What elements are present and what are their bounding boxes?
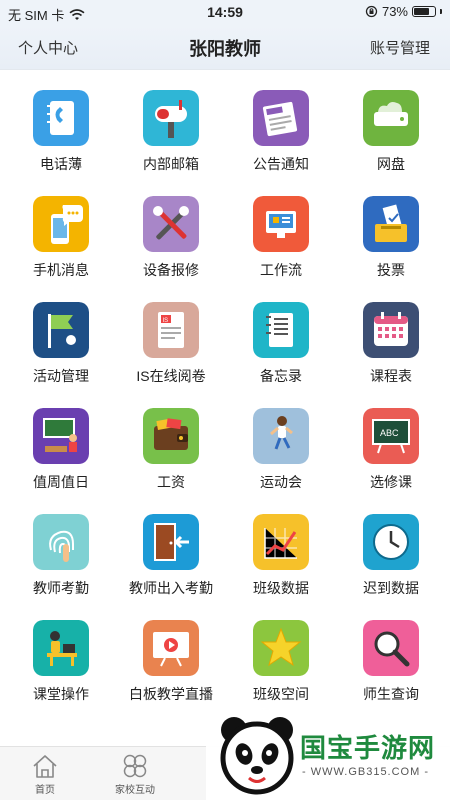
app-tile-runner[interactable]: 运动会: [226, 406, 336, 506]
fingerprint-icon: [33, 514, 89, 570]
calendar-icon: [363, 302, 419, 358]
app-tile-wallet[interactable]: 工资: [116, 406, 226, 506]
app-label: 白板教学直播: [129, 686, 213, 702]
student-desk-icon: [33, 620, 89, 676]
tab-interaction-label: 家校互动: [115, 785, 155, 796]
app-label: 公告通知: [253, 156, 309, 172]
watermark-url: - WWW.GB315.COM -: [302, 766, 429, 778]
app-label: 内部邮箱: [143, 156, 199, 172]
battery-icon: [412, 6, 436, 17]
battery-fill: [414, 8, 429, 15]
app-tile-star[interactable]: 班级空间: [226, 618, 336, 718]
app-tile-door-exit[interactable]: 教师出入考勤: [116, 512, 226, 612]
app-tile-calendar[interactable]: 课程表: [336, 300, 446, 400]
battery-tip: [440, 9, 442, 14]
clover-icon: [123, 754, 147, 778]
orientation-lock-icon: [365, 5, 378, 18]
app-label: 设备报修: [143, 262, 199, 278]
app-label: 手机消息: [33, 262, 89, 278]
classroom-icon: [33, 408, 89, 464]
svg-text:IS: IS: [163, 318, 169, 324]
app-tile-mailbox[interactable]: 内部邮箱: [116, 88, 226, 188]
magnifier-icon: [363, 620, 419, 676]
blackboard-icon: ABC: [363, 408, 419, 464]
app-label: 值周值日: [33, 474, 89, 490]
app-tile-tools[interactable]: 设备报修: [116, 194, 226, 294]
app-tile-phone-message[interactable]: 手机消息: [6, 194, 116, 294]
app-tile-ballot-box[interactable]: 投票: [336, 194, 446, 294]
home-icon: [33, 755, 57, 778]
app-tile-workflow[interactable]: 工作流: [226, 194, 336, 294]
mailbox-icon: [143, 90, 199, 146]
newspaper-icon: [253, 90, 309, 146]
app-label: 迟到数据: [363, 580, 419, 596]
star-icon: [253, 620, 309, 676]
wallet-icon: [143, 408, 199, 464]
app-tile-classroom[interactable]: 值周值日: [6, 406, 116, 506]
app-tile-whiteboard-video[interactable]: 白板教学直播: [116, 618, 226, 718]
app-tile-fingerprint[interactable]: 教师考勤: [6, 512, 116, 612]
app-tile-flag[interactable]: 活动管理: [6, 300, 116, 400]
app-label: 备忘录: [260, 368, 302, 384]
tab-home-label: 首页: [35, 785, 55, 796]
app-tile-notebook[interactable]: 备忘录: [226, 300, 336, 400]
app-label: 活动管理: [33, 368, 89, 384]
phonebook-icon: [33, 90, 89, 146]
runner-icon: [253, 408, 309, 464]
app-label: 教师考勤: [33, 580, 89, 596]
app-label: 电话薄: [40, 156, 82, 172]
exam-paper-icon: IS: [143, 302, 199, 358]
app-label: 网盘: [377, 156, 405, 172]
app-label: 课程表: [370, 368, 412, 384]
tab-home-school-interaction[interactable]: 家校互动: [90, 751, 180, 799]
chart-grid-icon: [253, 514, 309, 570]
app-label: 工作流: [260, 262, 302, 278]
phone-message-icon: [33, 196, 89, 252]
door-exit-icon: [143, 514, 199, 570]
app-label: 工资: [157, 474, 185, 490]
app-label: 课堂操作: [33, 686, 89, 702]
clock-icon: [363, 514, 419, 570]
app-label: 选修课: [370, 474, 412, 490]
app-label: 投票: [377, 262, 405, 278]
workflow-icon: [253, 196, 309, 252]
flag-icon: [33, 302, 89, 358]
app-label: 教师出入考勤: [129, 580, 213, 596]
svg-text:ABC: ABC: [380, 428, 399, 438]
personal-center-link[interactable]: 个人中心: [18, 37, 78, 58]
nav-bar: 个人中心 张阳教师 账号管理: [0, 26, 450, 70]
panda-logo-icon: [220, 717, 294, 795]
whiteboard-video-icon: [143, 620, 199, 676]
app-tile-newspaper[interactable]: 公告通知: [226, 88, 336, 188]
app-label: IS在线阅卷: [136, 368, 206, 384]
status-bar: 无 SIM 卡 14:59 73%: [0, 0, 450, 26]
app-tile-cloud-drive[interactable]: 网盘: [336, 88, 446, 188]
app-tile-blackboard[interactable]: ABC 选修课: [336, 406, 446, 506]
tab-home[interactable]: 首页: [0, 751, 90, 799]
app-label: 师生查询: [363, 686, 419, 702]
app-tile-magnifier[interactable]: 师生查询: [336, 618, 446, 718]
notebook-icon: [253, 302, 309, 358]
battery-percent: 73%: [381, 4, 408, 19]
app-tile-clock[interactable]: 迟到数据: [336, 512, 446, 612]
app-tile-chart-grid[interactable]: 班级数据: [226, 512, 336, 612]
app-label: 运动会: [260, 474, 302, 490]
watermark-brand: 国宝手游网: [300, 733, 436, 763]
watermark: 国宝手游网 - WWW.GB315.COM -: [206, 706, 450, 800]
account-management-link[interactable]: 账号管理: [370, 37, 430, 58]
app-label: 班级数据: [253, 580, 309, 596]
tools-icon: [143, 196, 199, 252]
app-tile-student-desk[interactable]: 课堂操作: [6, 618, 116, 718]
app-tile-exam-paper[interactable]: IS IS在线阅卷: [116, 300, 226, 400]
cloud-drive-icon: [363, 90, 419, 146]
ballot-box-icon: [363, 196, 419, 252]
app-tile-phonebook[interactable]: 电话薄: [6, 88, 116, 188]
app-label: 班级空间: [253, 686, 309, 702]
status-right: 73%: [365, 4, 442, 19]
